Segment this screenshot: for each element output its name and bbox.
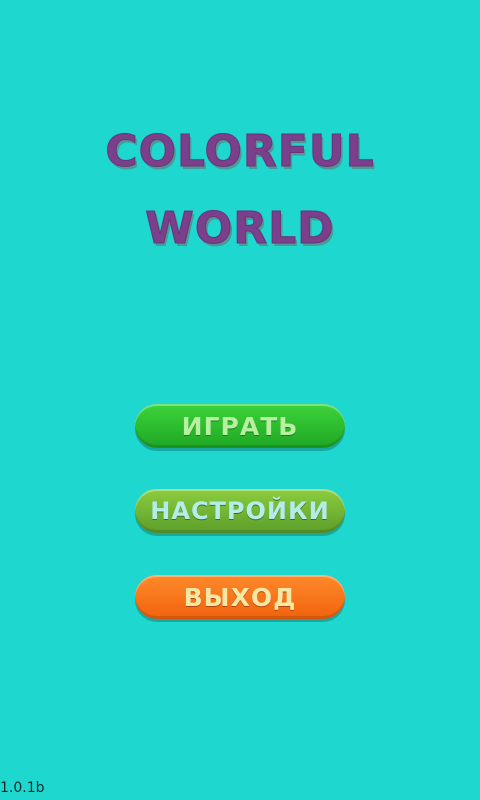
play-button[interactable]: ИГРАТЬ: [135, 404, 345, 448]
game-title-line-1: COLORFUL: [105, 126, 375, 178]
version-label: 1.0.1b: [0, 780, 45, 796]
exit-button[interactable]: ВЫХОД: [135, 575, 345, 619]
game-title-line-2: WORLD: [145, 203, 335, 255]
main-menu-screen: COLORFUL WORLD ИГРАТЬ НАСТРОЙКИ ВЫХОД 1.…: [0, 0, 480, 800]
settings-button[interactable]: НАСТРОЙКИ: [135, 489, 345, 533]
